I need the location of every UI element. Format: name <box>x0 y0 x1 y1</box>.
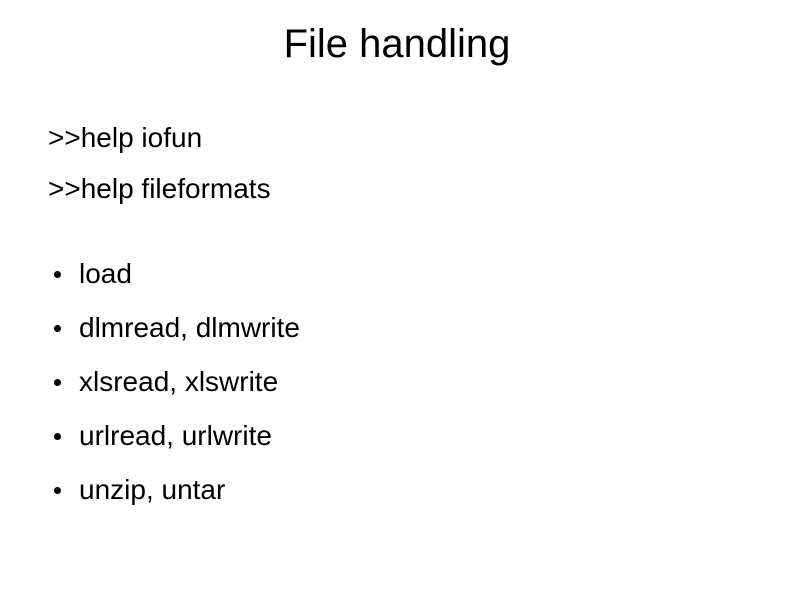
command-line: >>help fileformats <box>48 167 271 212</box>
command-block: >>help iofun >>help fileformats <box>48 116 271 218</box>
bullet-icon <box>54 433 61 440</box>
bullet-icon <box>54 271 61 278</box>
bullet-list: load dlmread, dlmwrite xlsread, xlswrite… <box>48 258 300 528</box>
bullet-icon <box>54 325 61 332</box>
list-item-text: unzip, untar <box>79 474 225 506</box>
slide-title: File handling <box>0 22 794 67</box>
list-item: urlread, urlwrite <box>48 420 300 452</box>
list-item: load <box>48 258 300 290</box>
list-item-text: xlsread, xlswrite <box>79 366 278 398</box>
list-item: unzip, untar <box>48 474 300 506</box>
command-line: >>help iofun <box>48 116 271 161</box>
list-item-text: load <box>79 258 132 290</box>
list-item-text: urlread, urlwrite <box>79 420 272 452</box>
list-item: dlmread, dlmwrite <box>48 312 300 344</box>
bullet-icon <box>54 487 61 494</box>
list-item-text: dlmread, dlmwrite <box>79 312 300 344</box>
slide: File handling >>help iofun >>help filefo… <box>0 0 794 595</box>
bullet-icon <box>54 379 61 386</box>
list-item: xlsread, xlswrite <box>48 366 300 398</box>
